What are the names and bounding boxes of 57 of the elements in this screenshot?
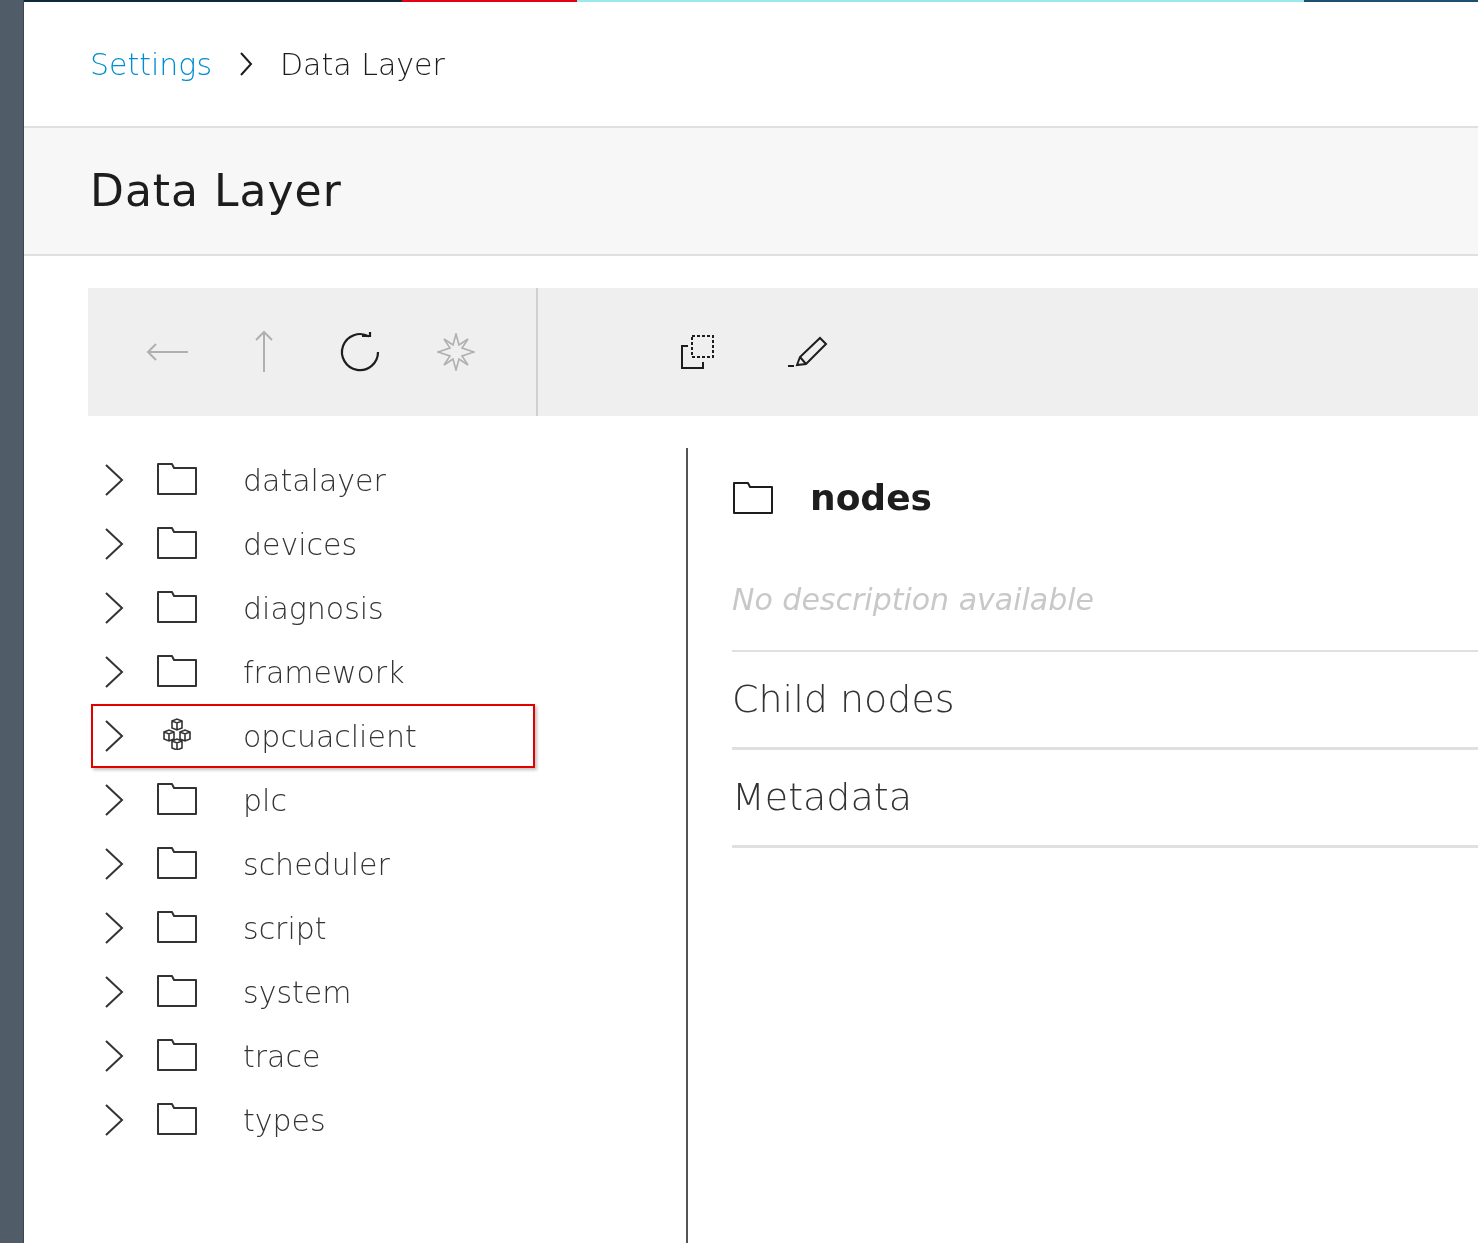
section-header[interactable]: Metadata [732, 750, 1478, 848]
expand-chevron-icon[interactable] [103, 527, 125, 561]
star-icon [437, 333, 475, 371]
tree-item[interactable]: devices [91, 512, 535, 576]
tree-label: system [243, 973, 352, 1012]
folder-icon [155, 782, 199, 818]
tree-label: scheduler [243, 845, 390, 884]
tree-label: framework [243, 653, 405, 692]
copy-icon [681, 335, 715, 369]
tree-item[interactable]: trace [91, 1024, 535, 1088]
tree-item[interactable]: script [91, 896, 535, 960]
back-arrow-icon [146, 342, 190, 362]
folder-icon [155, 1102, 199, 1138]
chevron-icon [238, 51, 254, 77]
breadcrumb-current: Data Layer [280, 45, 445, 84]
tree-label: opcuaclient [243, 717, 417, 756]
expand-chevron-icon[interactable] [103, 783, 125, 817]
tree-item[interactable]: diagnosis [91, 576, 535, 640]
tree-label: types [243, 1101, 326, 1140]
expand-chevron-icon[interactable] [103, 719, 125, 753]
expand-chevron-icon[interactable] [103, 1039, 125, 1073]
folder-icon [155, 462, 199, 498]
tree-label: devices [243, 525, 358, 564]
folder-icon [155, 590, 199, 626]
tree-item[interactable]: system [91, 960, 535, 1024]
expand-chevron-icon[interactable] [103, 1103, 125, 1137]
folder-icon [155, 910, 199, 946]
expand-chevron-icon[interactable] [103, 975, 125, 1009]
tree-item[interactable]: types [91, 1088, 535, 1152]
expand-chevron-icon[interactable] [103, 911, 125, 945]
folder-icon [155, 654, 199, 690]
refresh-icon [339, 331, 381, 373]
tree-label: script [243, 909, 327, 948]
folder-icon [155, 974, 199, 1010]
up-arrow-icon [254, 330, 274, 374]
folder-icon [155, 526, 199, 562]
node-title: nodes [810, 476, 932, 520]
tree-label: datalayer [243, 461, 386, 500]
folder-icon [155, 846, 199, 882]
expand-chevron-icon[interactable] [103, 591, 125, 625]
tree-label: plc [243, 781, 287, 820]
expand-chevron-icon[interactable] [103, 847, 125, 881]
tree-label: trace [243, 1037, 321, 1076]
tree-item[interactable]: scheduler [91, 832, 535, 896]
breadcrumb-link[interactable]: Settings [90, 41, 212, 87]
tree-label: diagnosis [243, 589, 384, 628]
page-title: Data Layer [90, 164, 342, 218]
folder-icon [155, 1038, 199, 1074]
tree-item[interactable]: opcuaclient [91, 704, 535, 768]
pencil-icon [787, 336, 829, 368]
folder-icon [732, 481, 774, 515]
expand-chevron-icon[interactable] [103, 655, 125, 689]
expand-chevron-icon[interactable] [103, 463, 125, 497]
tree-item[interactable]: plc [91, 768, 535, 832]
section-header[interactable]: Child nodes [732, 652, 1478, 750]
tree-item[interactable]: framework [91, 640, 535, 704]
tree-item[interactable]: datalayer [91, 448, 535, 512]
